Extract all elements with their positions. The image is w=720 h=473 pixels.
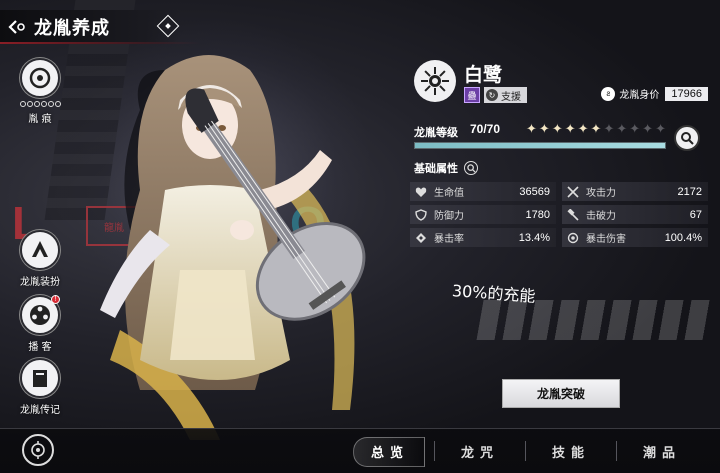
crit-damage-icon	[566, 231, 580, 245]
stat-label: 击破力	[586, 211, 616, 222]
left-menu-label: 龙胤传记	[20, 405, 60, 416]
trace-rank-dots	[14, 101, 66, 107]
hammer-icon	[566, 208, 580, 222]
level-progress-fill	[415, 143, 665, 148]
home-button[interactable]	[22, 434, 54, 466]
header-bar: 龙胤养成	[0, 10, 180, 44]
rank-stars: ✦ ✦ ✦ ✦ ✦ ✦ ✦ ✦ ✦ ✦ ✦	[526, 121, 666, 137]
role-badge: ↻ 支援	[484, 87, 527, 103]
character-illustration	[100, 55, 366, 440]
left-menu-biography[interactable]: 龙胤传记	[14, 358, 66, 416]
stat-label: 生命值	[434, 188, 464, 199]
shield-icon	[414, 208, 428, 222]
value-number: 17966	[665, 86, 708, 101]
stat-defense: 防御力 1780	[410, 205, 556, 224]
character-name: 白鹭	[464, 64, 503, 86]
crit-rate-icon	[414, 231, 428, 245]
crossed-swords-icon	[566, 185, 580, 199]
left-menu-label: 龙胤装扮	[20, 277, 60, 288]
dragon-value-icon: ƨ	[601, 86, 616, 101]
attribute-badge: 蠱	[464, 87, 480, 103]
stat-value: 13.4%	[518, 231, 550, 244]
role-label: 支援	[501, 91, 521, 103]
stat-attack: 攻击力 2172	[562, 182, 708, 201]
left-menu-label: 播 客	[28, 342, 52, 353]
stat-label: 暴击伤害	[586, 234, 626, 245]
star-filled-icon: ✦	[538, 121, 550, 136]
character-header: 白鹭 蠱 ↻ 支援 ƨ 龙胤身价 17966	[410, 56, 710, 106]
star-filled-icon: ✦	[526, 121, 537, 136]
compass-icon	[31, 441, 45, 459]
star-empty-icon: ✦	[655, 121, 666, 136]
bottom-nav: 总览 龙咒 技能 潮品	[0, 428, 720, 473]
film-reel-icon: !	[20, 295, 60, 335]
outfit-icon	[20, 230, 60, 270]
tab-overview[interactable]: 总览	[345, 429, 435, 473]
heart-icon	[414, 185, 428, 199]
background-lettering-decoration	[476, 300, 714, 340]
stat-label: 暴击率	[434, 234, 464, 245]
star-empty-icon: ✦	[603, 121, 615, 136]
page-title: 龙胤养成	[34, 18, 110, 39]
header-accent-line	[0, 42, 200, 44]
left-menu-trace[interactable]: 胤 痕	[14, 58, 66, 125]
stats-title: 基础属性	[414, 162, 458, 175]
breakthrough-button[interactable]: 龙胤突破	[502, 379, 620, 408]
star-filled-icon: ✦	[564, 121, 576, 136]
stat-crit-rate: 暴击率 13.4%	[410, 228, 556, 247]
stat-value: 1780	[525, 208, 550, 221]
stat-break: 击破力 67	[562, 205, 708, 224]
magnifier-icon	[681, 132, 694, 145]
character-info-panel: 白鹭 蠱 ↻ 支援 ƨ 龙胤身价 17966 龙胤等级 70/70 ✦ ✦ ✦ ✦ ✦ ✦…	[410, 56, 710, 247]
stat-value: 100.4%	[664, 231, 702, 244]
tab-skills[interactable]: 技能	[526, 429, 616, 473]
stat-value: 2172	[677, 185, 702, 198]
stat-crit-damage: 暴击伤害 100.4%	[562, 228, 708, 247]
inspect-button[interactable]	[674, 125, 700, 151]
character-emblem-icon	[414, 60, 456, 102]
left-menu-outfit[interactable]: 龙胤装扮	[14, 230, 66, 288]
left-menu-podcast[interactable]: ! 播 客	[14, 295, 66, 353]
level-value: 70/70	[470, 122, 501, 136]
star-empty-icon: ✦	[642, 121, 654, 136]
stat-value: 36569	[519, 185, 550, 198]
stat-hp: 生命值 36569	[410, 182, 556, 201]
character-value: ƨ 龙胤身价 17966	[601, 86, 708, 101]
tab-dragon-curse[interactable]: 龙咒	[435, 429, 525, 473]
stat-value: 67	[689, 208, 702, 221]
star-filled-icon: ✦	[590, 121, 602, 136]
star-empty-icon: ✦	[616, 121, 628, 136]
star-empty-icon: ✦	[629, 121, 641, 136]
level-progress-bar	[414, 142, 666, 149]
value-label: 龙胤身价	[619, 90, 660, 101]
support-icon: ↻	[486, 89, 498, 101]
notification-badge: !	[51, 295, 60, 304]
stats-grid: 生命值 36569 攻击力 2172 防御力 1780 击破力 67 暴击率 1…	[410, 182, 710, 247]
back-arrow-icon	[8, 20, 25, 34]
level-label: 龙胤等级	[414, 126, 458, 139]
left-menu-label: 胤 痕	[28, 114, 52, 125]
back-button[interactable]	[0, 10, 34, 44]
tab-trends[interactable]: 潮品	[617, 429, 707, 473]
stats-detail-button[interactable]	[464, 161, 478, 175]
book-icon	[20, 358, 60, 398]
info-diamond-button[interactable]	[156, 14, 180, 38]
star-filled-icon: ✦	[551, 121, 563, 136]
stats-header: 基础属性	[410, 160, 710, 176]
trace-icon	[20, 58, 60, 98]
star-filled-icon: ✦	[577, 121, 589, 136]
level-section: 龙胤等级 70/70 ✦ ✦ ✦ ✦ ✦ ✦ ✦ ✦ ✦ ✦ ✦	[410, 120, 710, 151]
stat-label: 攻击力	[586, 188, 616, 199]
magnifier-icon	[466, 163, 476, 173]
stat-label: 防御力	[434, 211, 464, 222]
